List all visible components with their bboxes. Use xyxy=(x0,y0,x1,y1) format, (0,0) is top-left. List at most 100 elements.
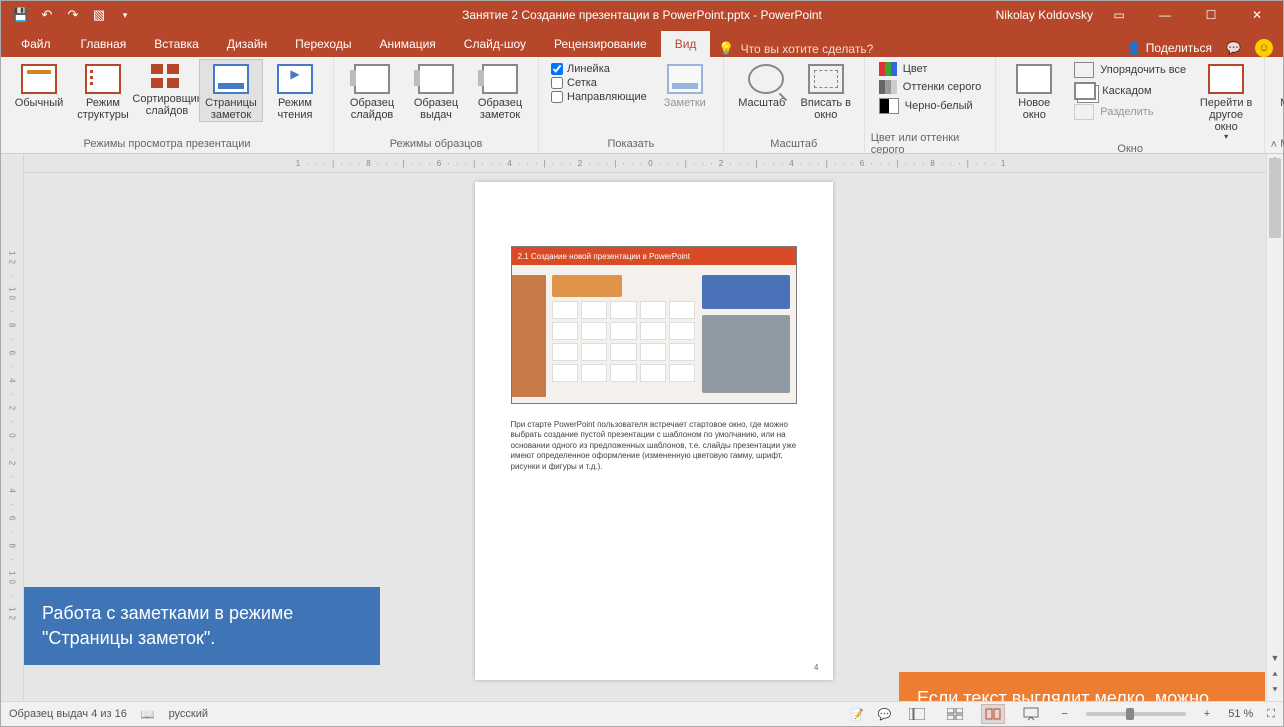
group-master-views: Образец слайдов Образец выдач Образец за… xyxy=(334,57,539,153)
slide-body xyxy=(512,265,796,403)
scroll-down-button[interactable]: ▼ xyxy=(1267,653,1283,669)
sorter-icon xyxy=(151,64,183,90)
slide-master-icon xyxy=(354,64,390,94)
macros-button[interactable]: Макросы xyxy=(1271,59,1284,110)
minimize-button[interactable]: — xyxy=(1145,1,1185,29)
zoom-in-button[interactable]: + xyxy=(1200,708,1214,720)
gridlines-checkbox[interactable]: Сетка xyxy=(551,77,647,89)
tab-view[interactable]: Вид xyxy=(661,31,711,57)
split-icon xyxy=(1074,104,1094,120)
grayscale-button[interactable]: Оттенки серого xyxy=(875,79,985,95)
notes-icon xyxy=(667,64,703,94)
collapse-ribbon-button[interactable]: ˄ xyxy=(1271,139,1277,151)
notes-text[interactable]: При старте PowerPoint пользователя встре… xyxy=(511,420,797,472)
tab-insert[interactable]: Вставка xyxy=(140,31,213,57)
scroll-thumb[interactable] xyxy=(1269,158,1281,238)
tab-animations[interactable]: Анимация xyxy=(365,31,449,57)
status-bar: Образец выдач 4 из 16 📖 русский 📝 💬 − + … xyxy=(1,701,1283,726)
group-label: Цвет или оттенки серого xyxy=(871,135,989,153)
slide-thumbnail[interactable]: 2.1 Создание новой презентации в PowerPo… xyxy=(511,246,797,404)
group-label: Масштаб xyxy=(730,135,858,153)
spellcheck-icon[interactable]: 📖 xyxy=(141,708,155,721)
notes-page[interactable]: 2.1 Создание новой презентации в PowerPo… xyxy=(475,182,833,680)
color-button[interactable]: Цвет xyxy=(875,61,985,77)
ribbon-options-button[interactable]: ▭ xyxy=(1099,1,1139,29)
normal-view-icon xyxy=(21,64,57,94)
notes-pane-button: Заметки xyxy=(653,59,717,110)
language-button[interactable]: русский xyxy=(169,708,208,720)
prev-slide-button[interactable]: ⯅ xyxy=(1267,669,1283,685)
cascade-icon xyxy=(1074,82,1096,100)
zoom-slider[interactable] xyxy=(1086,712,1186,716)
zoom-button[interactable]: Масштаб xyxy=(730,59,794,110)
zoom-level[interactable]: 51 % xyxy=(1228,708,1253,720)
workspace: 12 · 10 · 8 · 6 · 4 · 2 · 0 · 2 · 4 · 6 … xyxy=(1,154,1283,701)
sorter-view-status-button[interactable] xyxy=(943,704,967,724)
title-bar: 💾 ↶ ↷ ▧ ▾ Занятие 2 Создание презентации… xyxy=(1,1,1283,29)
notes-page-button[interactable]: Страницы заметок xyxy=(199,59,263,122)
slide-sorter-button[interactable]: Сортировщик слайдов xyxy=(135,59,199,118)
switch-windows-button[interactable]: Перейти в другое окно▾ xyxy=(1194,59,1258,143)
slideshow-button[interactable]: ▧ xyxy=(87,3,111,27)
arrange-icon xyxy=(1074,62,1094,78)
undo-button[interactable]: ↶ xyxy=(35,3,59,27)
tab-slideshow[interactable]: Слайд-шоу xyxy=(450,31,540,57)
canvas[interactable]: 1···|···8···|···6···|···4···|···2···|···… xyxy=(24,154,1283,701)
vertical-scrollbar[interactable]: ▲ ▼ ⯅ ⯆ xyxy=(1266,154,1283,701)
arrange-all-button[interactable]: Упорядочить все xyxy=(1070,61,1190,79)
qat-more-button[interactable]: ▾ xyxy=(113,3,137,27)
tab-file[interactable]: Файл xyxy=(5,31,67,57)
comments-toggle-button[interactable]: 💬 xyxy=(878,708,892,721)
guides-checkbox[interactable]: Направляющие xyxy=(551,91,647,103)
notes-master-button[interactable]: Образец заметок xyxy=(468,59,532,122)
tell-me[interactable]: 💡Что вы хотите сделать? xyxy=(718,41,873,57)
new-window-button[interactable]: Новое окно xyxy=(1002,59,1066,122)
notes-page-icon xyxy=(213,64,249,94)
outline-view-button[interactable]: Режим структуры xyxy=(71,59,135,122)
new-window-icon xyxy=(1016,64,1052,94)
slide-master-button[interactable]: Образец слайдов xyxy=(340,59,404,122)
share-button[interactable]: 👤Поделиться xyxy=(1127,41,1212,55)
user-name[interactable]: Nikolay Koldovsky xyxy=(996,8,1093,22)
vertical-ruler: 12 · 10 · 8 · 6 · 4 · 2 · 0 · 2 · 4 · 6 … xyxy=(1,154,24,701)
annotation-blue: Работа с заметками в режиме "Страницы за… xyxy=(24,587,380,665)
fit-icon xyxy=(808,64,844,94)
fit-window-button[interactable]: Вписать в окно xyxy=(794,59,858,122)
ribbon-tabs: Файл Главная Вставка Дизайн Переходы Ани… xyxy=(1,29,1283,57)
slideshow-status-button[interactable] xyxy=(1019,704,1043,724)
reading-view-status-button[interactable] xyxy=(981,704,1005,724)
quick-access-toolbar: 💾 ↶ ↷ ▧ ▾ xyxy=(1,3,137,27)
next-slide-button[interactable]: ⯆ xyxy=(1267,685,1283,701)
redo-button[interactable]: ↷ xyxy=(61,3,85,27)
normal-view-status-button[interactable] xyxy=(905,704,929,724)
bw-icon xyxy=(879,98,899,114)
share-label: Поделиться xyxy=(1146,41,1212,55)
black-white-button[interactable]: Черно-белый xyxy=(875,97,985,115)
handout-master-button[interactable]: Образец выдач xyxy=(404,59,468,122)
group-label: Показать xyxy=(545,135,717,153)
color-icon xyxy=(879,62,897,76)
zoom-out-button[interactable]: − xyxy=(1057,708,1071,720)
maximize-button[interactable]: ☐ xyxy=(1191,1,1231,29)
cascade-button[interactable]: Каскадом xyxy=(1070,81,1190,101)
comments-icon[interactable]: 💬 xyxy=(1226,41,1241,55)
ruler-checkbox[interactable]: Линейка xyxy=(551,63,647,75)
group-label: Режимы образцов xyxy=(340,135,532,153)
zoom-slider-handle[interactable] xyxy=(1126,708,1134,720)
tab-home[interactable]: Главная xyxy=(67,31,141,57)
close-button[interactable]: ✕ xyxy=(1237,1,1277,29)
fit-to-window-status-button[interactable]: ⛶ xyxy=(1267,708,1275,721)
group-presentation-views: Обычный Режим структуры Сортировщик слай… xyxy=(1,57,334,153)
save-button[interactable]: 💾 xyxy=(9,3,33,27)
slide-counter[interactable]: Образец выдач 4 из 16 xyxy=(9,708,127,720)
feedback-icon[interactable]: ☺ xyxy=(1255,39,1273,57)
tab-review[interactable]: Рецензирование xyxy=(540,31,661,57)
reading-view-button[interactable]: Режим чтения xyxy=(263,59,327,122)
tab-design[interactable]: Дизайн xyxy=(213,31,281,57)
group-color-grayscale: Цвет Оттенки серого Черно-белый Цвет или… xyxy=(865,57,996,153)
tab-transitions[interactable]: Переходы xyxy=(281,31,365,57)
notes-toggle-button[interactable]: 📝 xyxy=(850,708,864,721)
switch-icon xyxy=(1208,64,1244,94)
normal-view-button[interactable]: Обычный xyxy=(7,59,71,110)
page-number: 4 xyxy=(814,663,818,672)
